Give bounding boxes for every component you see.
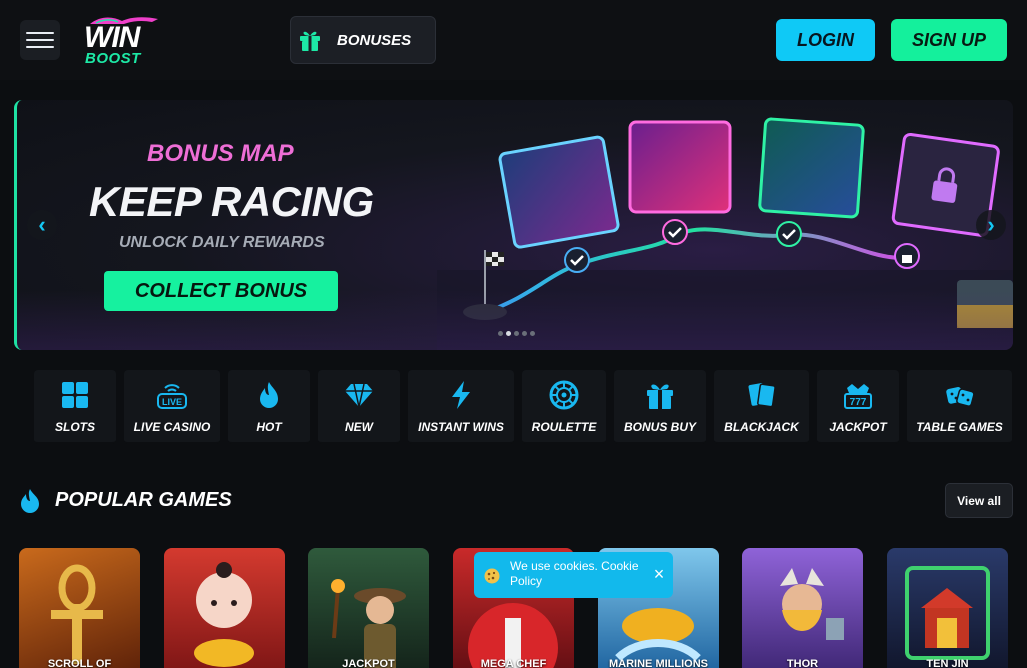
cards-icon [748, 383, 776, 408]
winboost-logo[interactable]: WIN BOOST [84, 14, 164, 68]
logo-boost-text: BOOST [85, 50, 141, 67]
category-live-casino[interactable]: LIVE LIVE CASINO [124, 370, 220, 444]
carousel-dot[interactable] [530, 331, 535, 336]
category-label: JACKPOT [829, 420, 887, 434]
carousel-dot[interactable] [498, 331, 503, 336]
game-tile[interactable] [164, 548, 285, 668]
jackpot-777-icon: 777 [844, 384, 872, 409]
category-label: SLOTS [54, 420, 95, 434]
signup-button[interactable]: SIGN UP [891, 19, 1007, 61]
logo-win-text: WIN [84, 21, 140, 54]
hero-banner[interactable]: BONUS MAP KEEP RACING UNLOCK DAILY REWAR… [14, 100, 1013, 350]
game-title: TEN JIN [926, 658, 969, 668]
game-artwork [194, 562, 254, 667]
carousel-dot[interactable] [514, 331, 519, 336]
gift-icon [647, 384, 673, 409]
hero-tagline: UNLOCK DAILY REWARDS [119, 234, 325, 251]
close-icon[interactable]: × [650, 565, 668, 583]
category-new[interactable]: NEW [318, 370, 400, 444]
category-blackjack[interactable]: BLACKJACK [714, 370, 809, 444]
game-artwork [331, 579, 406, 668]
cookie-icon [484, 568, 500, 584]
category-table-games[interactable]: TABLE GAMES [907, 370, 1012, 444]
hero-title: KEEP RACING [89, 178, 374, 225]
flame-icon [21, 489, 39, 513]
live-casino-icon: LIVE [157, 384, 187, 409]
game-title: MEGA CHEF [480, 658, 547, 668]
carousel-prev-arrow-icon[interactable]: ‹ [27, 210, 57, 240]
cookie-notice: We use cookies. Cookie Policy × [474, 552, 673, 598]
category-label: BONUS BUY [623, 420, 696, 434]
login-button[interactable]: LOGIN [776, 19, 875, 61]
category-label: TABLE GAMES [916, 420, 1003, 434]
svg-text:777: 777 [850, 397, 867, 408]
category-label: NEW [345, 420, 373, 434]
lightning-icon [452, 381, 470, 409]
carousel-dots [498, 331, 535, 336]
diamond-icon [345, 383, 373, 408]
category-label: HOT [256, 420, 282, 434]
roulette-icon [549, 380, 579, 410]
game-artwork [51, 564, 103, 664]
game-tile[interactable]: JACKPOT [308, 548, 429, 668]
carousel-dot-active[interactable] [506, 331, 511, 336]
category-label: BLACKJACK [724, 420, 799, 434]
bonuses-button[interactable]: BONUSES [290, 16, 436, 64]
game-tile[interactable]: TEN JIN [887, 548, 1008, 668]
category-jackpot[interactable]: 777 JACKPOT [817, 370, 899, 444]
hamburger-menu-icon [26, 32, 54, 34]
game-title: SCROLL OF [47, 658, 112, 668]
category-roulette[interactable]: ROULETTE [522, 370, 606, 444]
game-tile[interactable]: SCROLL OF [19, 548, 140, 668]
dice-icon [945, 387, 975, 407]
view-all-button[interactable]: View all [945, 483, 1013, 518]
gift-icon [300, 31, 320, 51]
game-artwork [780, 568, 844, 640]
game-artwork [905, 566, 990, 660]
category-hot[interactable]: HOT [228, 370, 310, 444]
top-header: WIN BOOST BONUSES LOGIN SIGN UP [0, 0, 1027, 80]
cookie-policy-link[interactable]: We use cookies. Cookie Policy [510, 559, 650, 589]
bonuses-label: BONUSES [337, 31, 412, 49]
hero-subtitle: BONUS MAP [147, 140, 294, 167]
carousel-dot[interactable] [522, 331, 527, 336]
category-slots[interactable]: SLOTS [34, 370, 116, 444]
game-title: MARINE MILLIONS [609, 658, 708, 668]
game-title: JACKPOT [342, 658, 395, 668]
category-label: ROULETTE [531, 420, 597, 434]
flame-icon [260, 382, 278, 408]
game-title: THOR [786, 658, 819, 668]
category-instant-wins[interactable]: INSTANT WINS [408, 370, 514, 444]
carousel-next-arrow-icon[interactable]: › [976, 210, 1006, 240]
hamburger-menu-button[interactable] [20, 20, 60, 60]
category-label: INSTANT WINS [418, 420, 504, 434]
game-tile[interactable]: THOR [742, 548, 863, 668]
svg-text:LIVE: LIVE [162, 397, 182, 407]
category-label: LIVE CASINO [133, 420, 211, 434]
collect-bonus-button[interactable]: COLLECT BONUS [104, 271, 338, 311]
popular-games-title: POPULAR GAMES [55, 489, 232, 511]
slots-grid-icon [62, 382, 88, 408]
category-bonus-buy[interactable]: BONUS BUY [614, 370, 706, 444]
